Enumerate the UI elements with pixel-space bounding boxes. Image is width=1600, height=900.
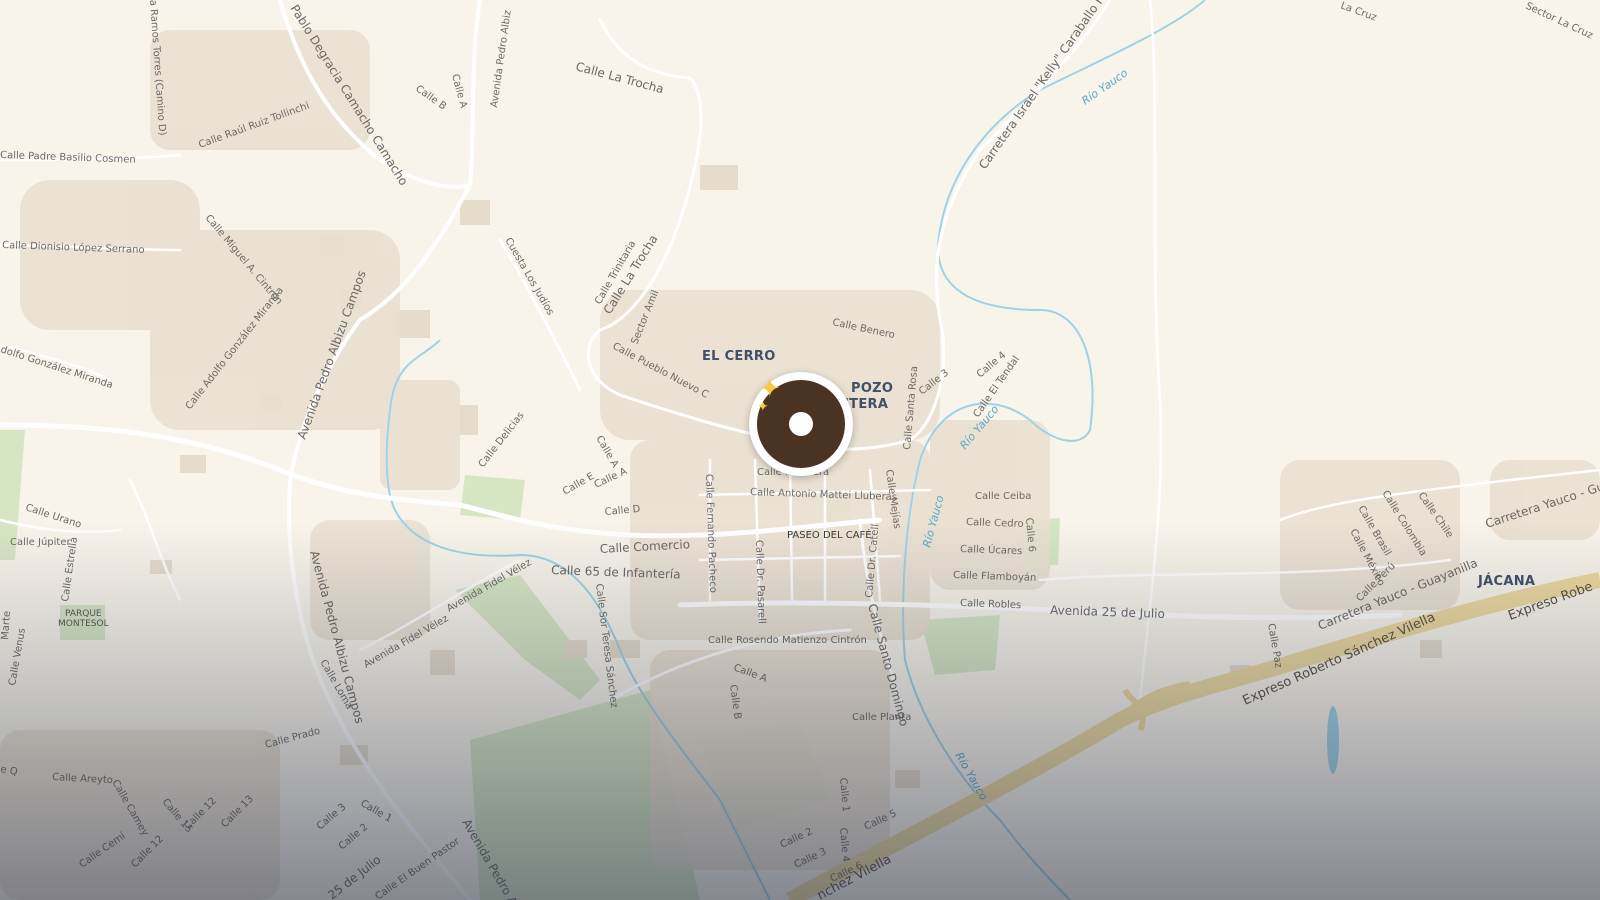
park-area <box>920 615 1000 675</box>
location-marker[interactable]: ✦ ✦ <box>749 372 853 476</box>
place-label-jacana: JÁCANA <box>1477 573 1535 589</box>
street-label: Marte <box>0 611 13 641</box>
map-canvas[interactable]: Calle La Trocha Calle La Trocha Carreter… <box>0 0 1600 900</box>
street-label: Avenida Pedro Albiz <box>489 9 514 108</box>
street-label: Calle A <box>593 434 620 470</box>
sparkle-icon: ✦ <box>757 399 769 415</box>
street-label: Calle 2 <box>337 822 370 853</box>
street-label: dolfo González Miranda <box>0 343 115 391</box>
poi-label-parque: PARQUE <box>65 609 102 619</box>
street-label: Calle Delicias <box>477 410 527 470</box>
street-label: Calle A <box>449 73 469 110</box>
street-label: La Cruz <box>1339 0 1378 23</box>
street-label: Calle Padre Basilio Cosmen <box>0 150 136 166</box>
street-label: Calle E <box>561 471 596 498</box>
pond <box>1327 706 1339 774</box>
place-label-el-cerro: EL CERRO <box>702 349 776 364</box>
place-label-pozo: POZO <box>851 381 893 396</box>
street-label: Calle B <box>413 83 448 112</box>
street-label: Cuesta Los Judíos <box>502 236 556 318</box>
poi-label-parque: MONTESOL <box>58 619 109 629</box>
street-label: Calle La Trocha <box>574 59 665 96</box>
street-label: Calle Júpiter <box>10 536 71 548</box>
street-label: Calle Planta <box>852 712 911 723</box>
poi-label-paseo-del-cafe: PASEO DEL CAFÉ <box>787 528 872 541</box>
street-label: Calle Prado <box>264 726 321 751</box>
street-label: Calle Ceiba <box>975 491 1031 502</box>
marker-hole <box>789 412 813 436</box>
street-label: Calle Rosendo Matienzo Cintrón <box>708 634 867 646</box>
street-label: Calle Cedro <box>966 517 1024 530</box>
street-label: Calle 1 <box>359 798 394 825</box>
river-label: Río Yauco <box>1079 66 1130 107</box>
street-label: Sector La Cruz <box>1524 1 1595 42</box>
street-label: Calle Robles <box>960 598 1021 611</box>
street-label: Calle A <box>593 466 629 491</box>
street-label: Avenida 25 de Julio <box>1050 603 1165 621</box>
street-label: Calle El Buen Pastor <box>373 835 462 900</box>
street-label: Calle 3 <box>315 802 348 833</box>
